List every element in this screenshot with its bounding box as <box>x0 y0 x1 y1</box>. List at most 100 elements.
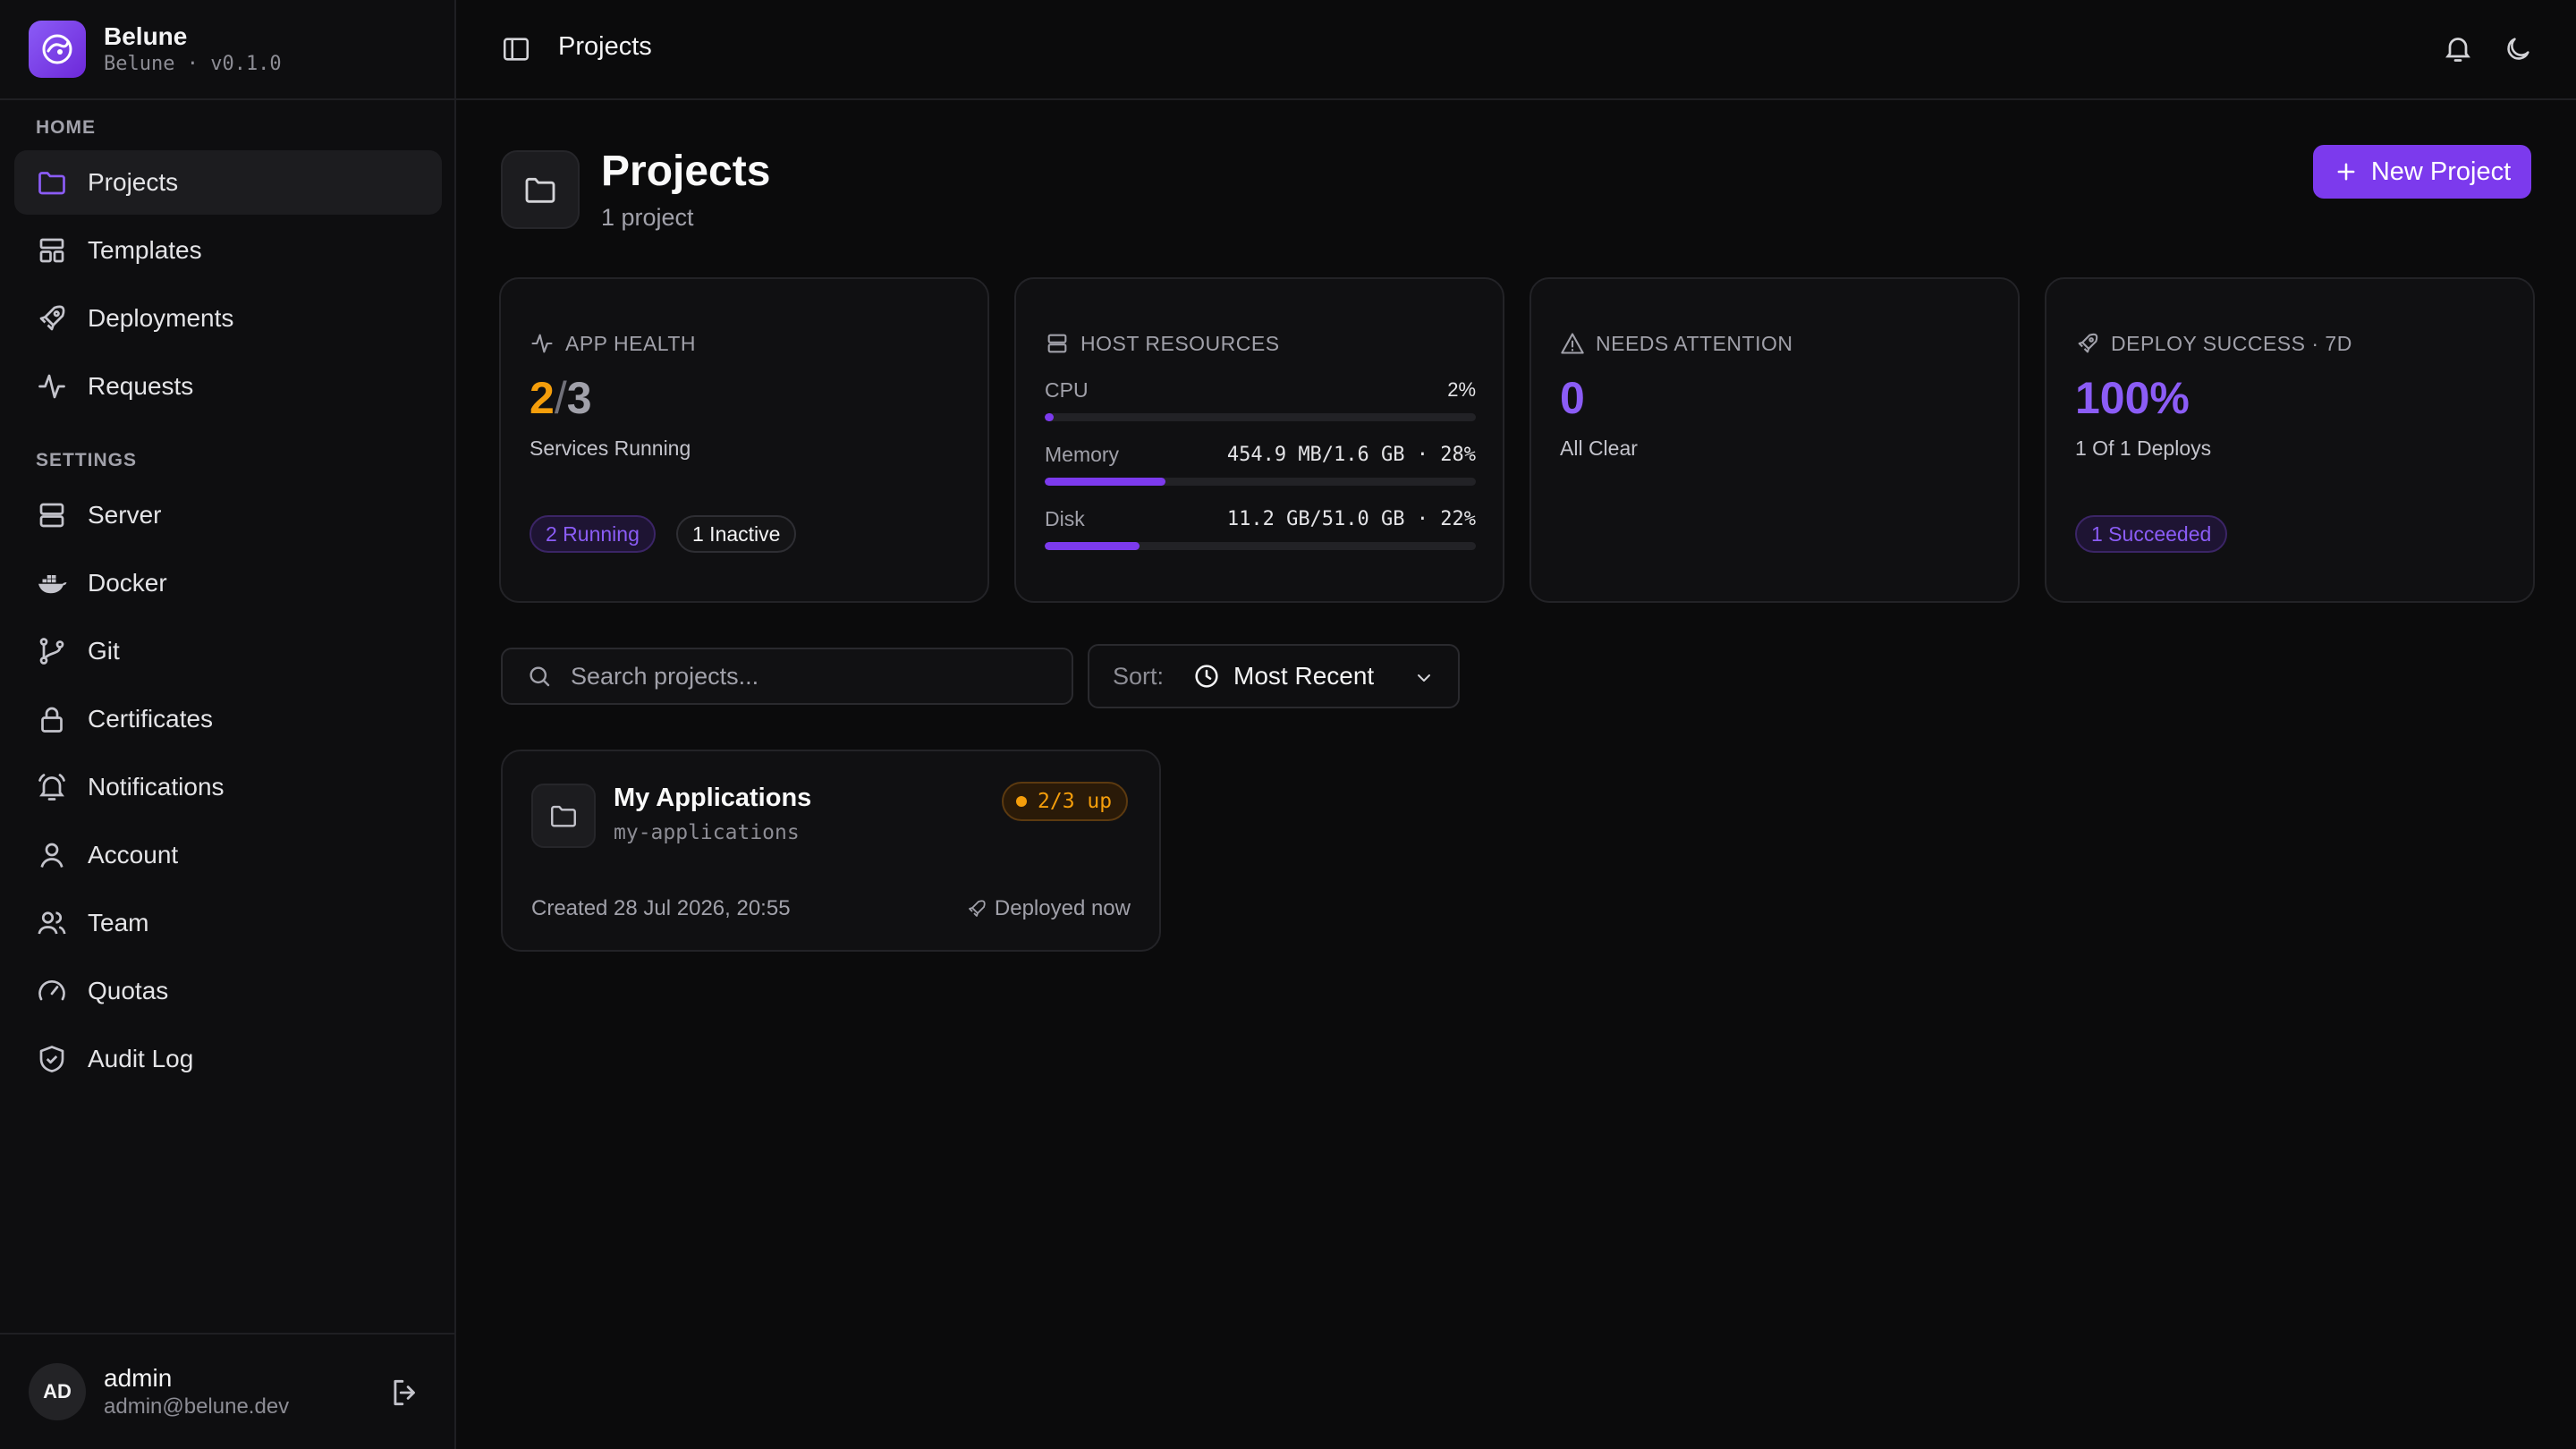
sidebar-item-label: Templates <box>88 236 202 264</box>
server-icon <box>1047 334 1067 353</box>
running-badge: 2 Running <box>530 515 656 553</box>
sidebar-item-templates[interactable]: Templates <box>14 218 442 283</box>
card-subtitle: Services Running <box>530 436 691 460</box>
deploy-success-rate: 100% <box>2075 373 2190 423</box>
cpu-bar <box>1045 413 1476 421</box>
sidebar-item-account[interactable]: Account <box>14 823 442 887</box>
activity-icon <box>531 334 553 353</box>
card-subtitle: All Clear <box>1560 436 1638 460</box>
status-dot <box>1016 796 1027 807</box>
card-label: DEPLOY SUCCESS · 7D <box>2111 331 2352 355</box>
sidebar-item-projects[interactable]: Projects <box>14 150 442 215</box>
search-icon <box>530 666 550 687</box>
card-label: HOST RESOURCES <box>1080 331 1280 355</box>
memory-bar-fill <box>1045 478 1165 486</box>
attention-count: 0 <box>1560 373 1585 423</box>
new-project-button[interactable]: New Project <box>2313 145 2531 199</box>
cpu-value: 2% <box>1447 378 1476 401</box>
sidebar-item-git[interactable]: Git <box>14 619 442 683</box>
deployed-label: Deployed now <box>994 896 1131 920</box>
server-icon <box>39 503 64 528</box>
sidebar-item-label: Audit Log <box>88 1045 194 1072</box>
search-input[interactable] <box>571 662 1054 691</box>
rocket-icon <box>2078 333 2098 353</box>
sidebar-item-label: Deployments <box>88 304 234 332</box>
card-label: NEEDS ATTENTION <box>1596 331 1793 355</box>
sidebar-item-quotas[interactable]: Quotas <box>14 959 442 1023</box>
folder-icon <box>531 784 596 848</box>
project-slug: my-applications <box>614 821 800 844</box>
sidebar-item-server[interactable]: Server <box>14 483 442 547</box>
app-health-card: APP HEALTH 2/3 Services Running 2 Runnin… <box>499 277 989 603</box>
avatar: AD <box>29 1363 86 1420</box>
inactive-badge: 1 Inactive <box>676 515 797 553</box>
sidebar-toggle-icon[interactable] <box>501 34 531 64</box>
sidebar-item-label: Server <box>88 501 162 529</box>
folder-icon <box>38 172 65 195</box>
project-status: 2/3 up <box>1038 790 1113 813</box>
project-deployed: Deployed now <box>966 896 1131 921</box>
moon-icon[interactable] <box>2503 34 2533 64</box>
sidebar-item-team[interactable]: Team <box>14 891 442 955</box>
brand-name: Belune <box>104 22 188 50</box>
sidebar-item-label: Notifications <box>88 773 225 801</box>
sidebar-item-audit-log[interactable]: Audit Log <box>14 1027 442 1091</box>
succeeded-badge: 1 Succeeded <box>2075 515 2228 553</box>
project-created: Created 28 Jul 2026, 20:55 <box>531 896 791 920</box>
project-name: My Applications <box>614 784 812 812</box>
total-count: 3 <box>566 373 592 423</box>
new-project-label: New Project <box>2370 157 2512 186</box>
memory-bar <box>1045 478 1476 486</box>
gauge-icon <box>38 980 65 1001</box>
user-name: admin <box>104 1364 173 1392</box>
clock-icon <box>1195 665 1218 688</box>
sidebar-item-label: Certificates <box>88 705 214 733</box>
sidebar-item-certificates[interactable]: Certificates <box>14 687 442 751</box>
sidebar-item-requests[interactable]: Requests <box>14 354 442 419</box>
sidebar-item-label: Requests <box>88 372 194 400</box>
memory-row: Memory 454.9 MB/1.6 GB · 28% <box>1045 440 1476 486</box>
docker-icon <box>38 575 67 594</box>
sidebar-item-label: Projects <box>88 168 179 196</box>
bell-icon[interactable] <box>2442 32 2474 64</box>
rocket-icon <box>39 305 65 331</box>
chevron-down-icon <box>1418 674 1430 682</box>
page-breadcrumb: Projects <box>558 32 652 61</box>
sidebar-item-docker[interactable]: Docker <box>14 551 442 615</box>
folder-icon <box>501 150 580 229</box>
section-label-settings: SETTINGS <box>36 450 138 470</box>
needs-attention-card: NEEDS ATTENTION 0 All Clear <box>1530 277 2020 603</box>
brand-version: Belune · v0.1.0 <box>104 53 282 75</box>
logout-icon[interactable] <box>388 1376 422 1410</box>
project-card[interactable]: My Applications my-applications 2/3 up C… <box>501 750 1161 952</box>
git-branch-icon <box>39 638 64 665</box>
user-menu[interactable]: AD admin admin@belune.dev <box>0 1333 456 1449</box>
brand[interactable]: Belune Belune · v0.1.0 <box>0 0 454 100</box>
cpu-label: CPU <box>1045 377 1089 402</box>
search-box[interactable] <box>501 648 1073 705</box>
disk-value: 11.2 GB/51.0 GB · 22% <box>1226 507 1476 530</box>
sidebar-item-deployments[interactable]: Deployments <box>14 286 442 351</box>
cpu-row: CPU 2% <box>1045 376 1476 421</box>
bell-ring-icon <box>38 774 65 801</box>
lock-icon <box>41 707 63 733</box>
sidebar-item-label: Team <box>88 909 149 936</box>
sort-label: Sort: <box>1113 662 1165 690</box>
disk-bar-fill <box>1045 542 1140 550</box>
sidebar: Belune Belune · v0.1.0 HOME Projects Tem… <box>0 0 456 1449</box>
running-count: 2 <box>530 373 555 423</box>
sort-value: Most Recent <box>1233 662 1375 690</box>
sidebar-item-notifications[interactable]: Notifications <box>14 755 442 819</box>
sidebar-item-label: Docker <box>88 569 167 597</box>
disk-bar <box>1045 542 1476 550</box>
cpu-bar-fill <box>1045 413 1054 421</box>
page-title: Projects <box>601 148 771 195</box>
layout-icon <box>39 238 64 263</box>
project-status-badge: 2/3 up <box>1002 782 1129 821</box>
card-subtitle: 1 Of 1 Deploys <box>2075 436 2212 460</box>
sort-dropdown[interactable]: Sort: Most Recent <box>1088 644 1460 708</box>
users-icon <box>38 911 66 935</box>
services-running-value: 2/3 <box>530 372 592 424</box>
topbar: Projects <box>456 0 2576 100</box>
plus-icon <box>2337 163 2355 181</box>
